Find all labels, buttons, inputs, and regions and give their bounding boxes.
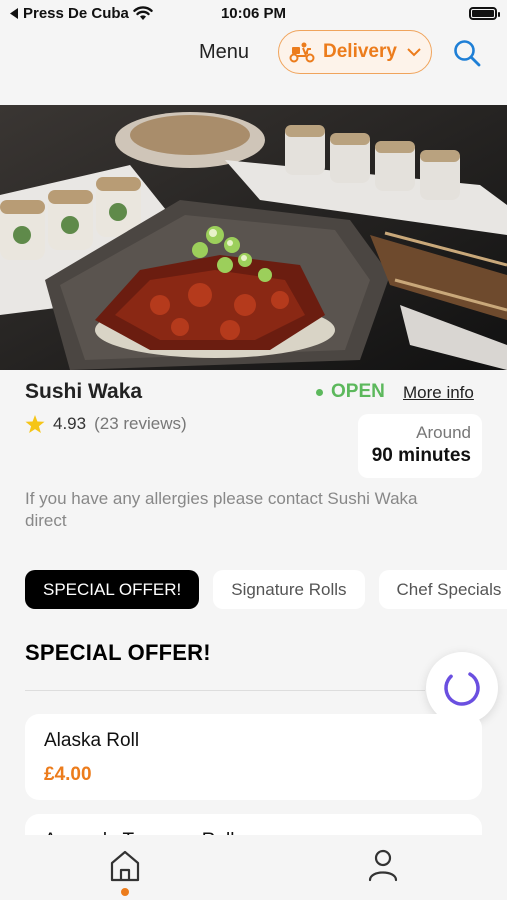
eta-value: 90 minutes [371,445,471,466]
review-count: (23 reviews) [94,414,187,433]
spinner-icon [444,670,480,706]
restaurant-name: Sushi Waka [25,380,143,403]
item-name: Alaska Roll [44,730,140,751]
battery-icon [469,7,500,20]
status-dot-icon [316,388,323,396]
bottom-tab-bar [0,835,507,900]
section-title: SPECIAL OFFER! [25,640,211,665]
open-status-label: OPEN [331,381,385,402]
more-info-link[interactable]: More info [403,383,474,403]
tab-signature-rolls[interactable]: Signature Rolls [213,570,365,609]
search-icon[interactable] [452,38,482,68]
section-divider [25,690,425,691]
open-status-badge: OPEN [316,381,385,403]
star-icon [25,414,45,433]
category-tabs: SPECIAL OFFER! Signature Rolls Chef Spec… [25,570,507,609]
chevron-down-icon [407,47,421,56]
menu-item-card[interactable]: Alaska Roll £4.00 [25,714,482,800]
item-price: £4.00 [44,764,92,785]
eta-label: Around [416,423,471,442]
restaurant-rating: 4.93 (23 reviews) [25,414,187,434]
active-tab-indicator [121,888,129,896]
delivery-eta-card: Around 90 minutes [358,414,482,478]
top-bar: Menu Delivery [0,28,507,102]
allergy-note: If you have any allergies please contact… [25,489,418,530]
scooter-icon [289,42,315,63]
restaurant-hero-image [0,105,507,370]
tab-special-offer[interactable]: SPECIAL OFFER! [25,570,200,609]
profile-icon[interactable] [366,848,400,882]
tab-chef-specials[interactable]: Chef Specials [378,570,507,609]
delivery-label: Delivery [323,41,397,62]
page-title: Menu [199,41,250,63]
status-bar: Press De Cuba 10:06 PM [0,0,507,28]
status-time: 10:06 PM [220,5,287,22]
delivery-mode-selector[interactable]: Delivery [278,30,432,74]
home-icon[interactable] [108,849,142,883]
rating-value: 4.93 [53,414,87,433]
